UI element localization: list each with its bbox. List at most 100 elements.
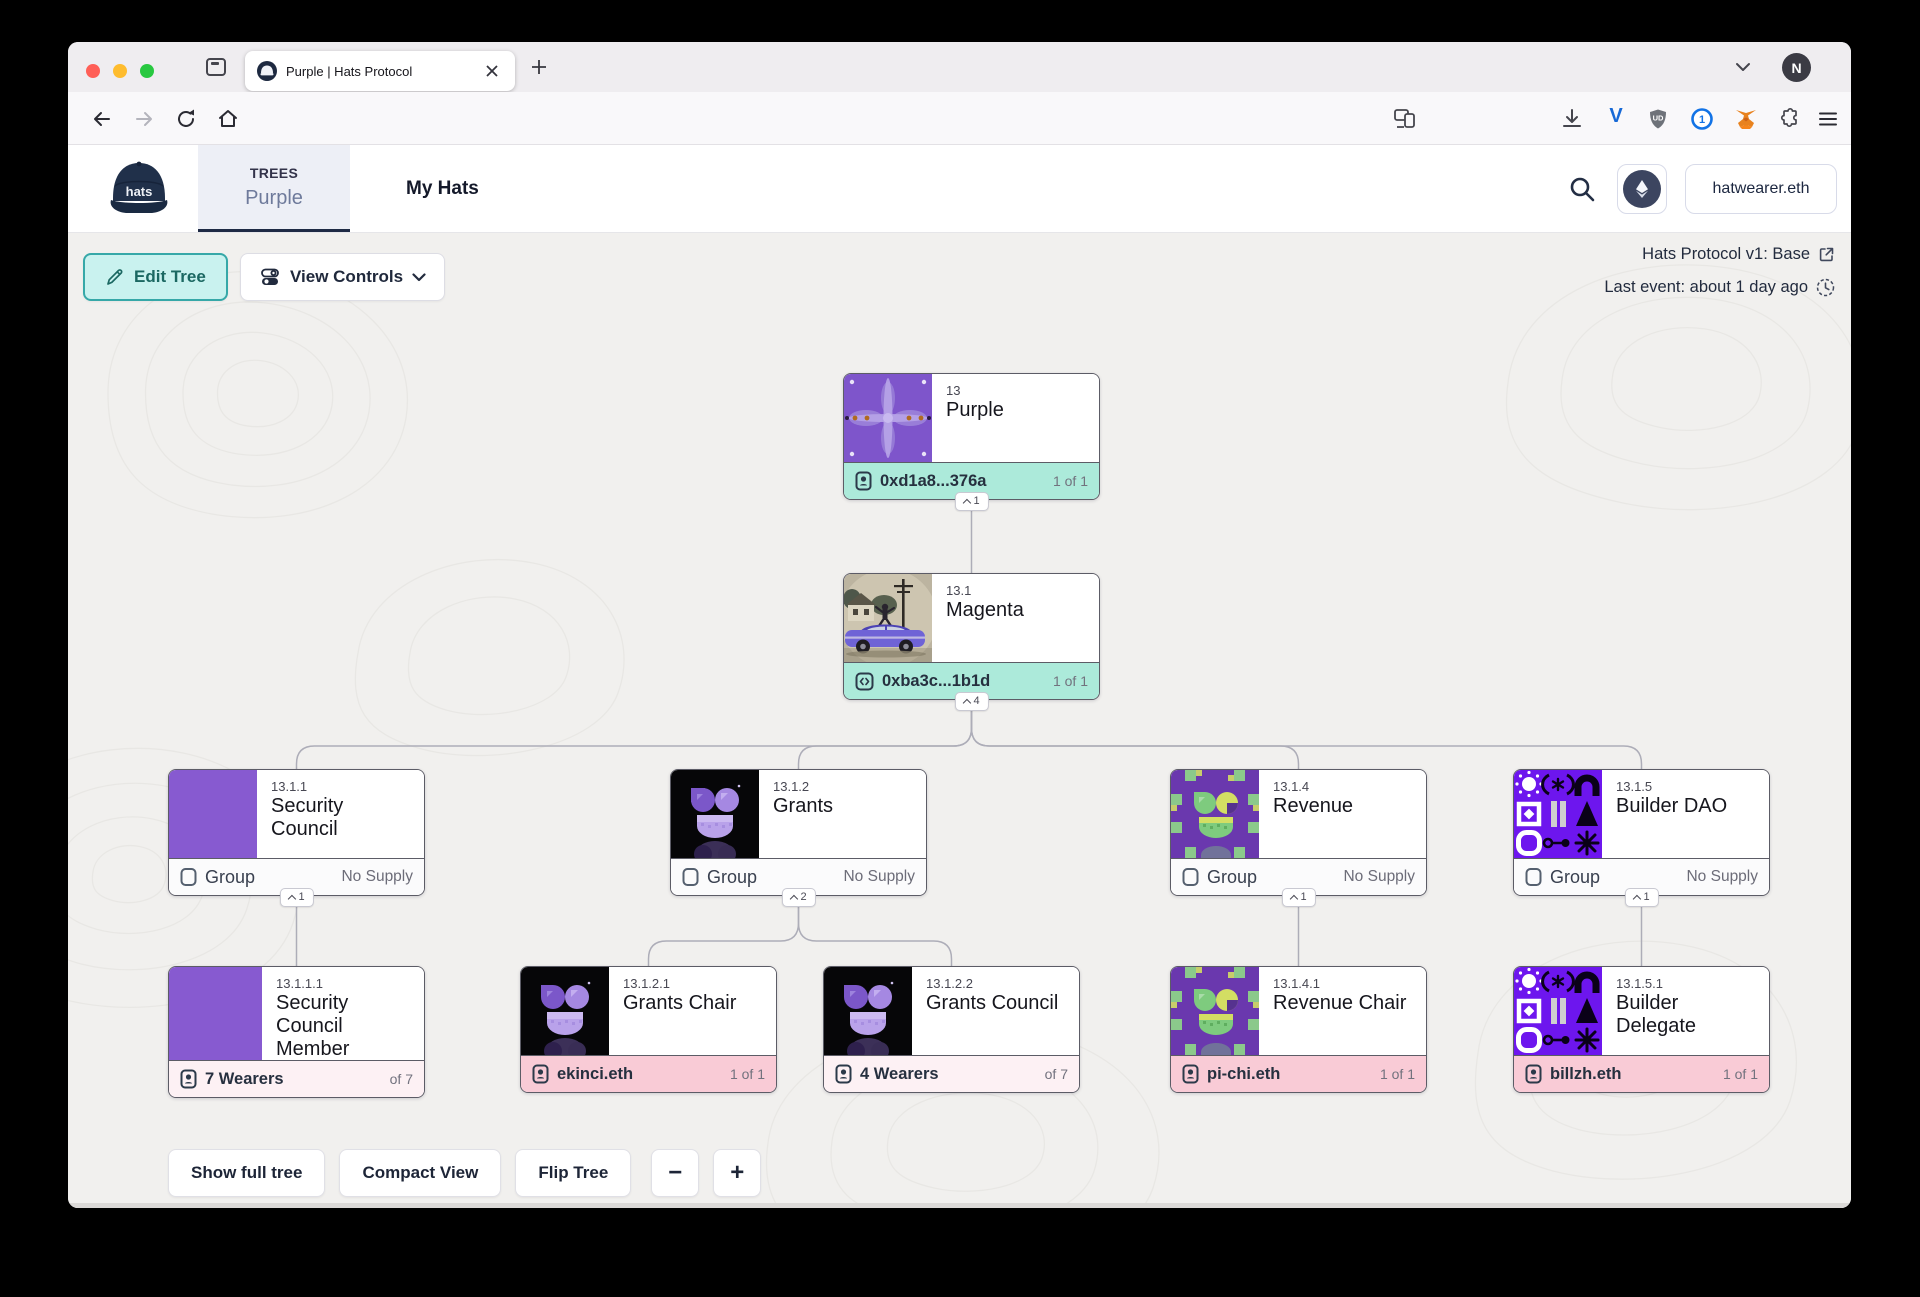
forward-icon[interactable] — [132, 107, 156, 131]
hat-name: Grants Chair — [623, 992, 736, 1015]
wearer-address[interactable]: 0xba3c...1b1d — [882, 672, 990, 691]
hat-node-13-1[interactable]: 13.1 Magenta 0xba3c...1b1d 1 of 1 4 — [843, 573, 1100, 700]
hat-image-purple-fractal — [844, 374, 932, 462]
active-tab[interactable]: Purple | Hats Protocol — [245, 51, 515, 91]
list-tabs-chevron-icon[interactable] — [1735, 62, 1751, 72]
hat-node-13-1-5[interactable]: 13.1.5 Builder DAO Group No Supply 1 — [1513, 769, 1770, 896]
compact-view-button[interactable]: Compact View — [339, 1149, 501, 1197]
hats-logo[interactable]: hats — [106, 156, 172, 220]
hat-id: 13.1.5 — [1616, 779, 1727, 794]
wearer-address[interactable]: billzh.eth — [1550, 1065, 1622, 1084]
tab-title: Purple | Hats Protocol — [286, 64, 472, 79]
hat-node-13-1-5-1[interactable]: 13.1.5.1 Builder Delegate billzh.eth 1 o… — [1513, 966, 1770, 1093]
new-tab-button[interactable] — [530, 58, 548, 76]
wearer-address[interactable]: pi-chi.eth — [1207, 1065, 1280, 1084]
supply-count: of 7 — [1045, 1066, 1068, 1082]
child-count-badge[interactable]: 1 — [1624, 888, 1658, 907]
zoom-window-button[interactable] — [140, 64, 154, 78]
wearer-icon — [180, 1069, 197, 1089]
hat-node-13-1-4-1[interactable]: 13.1.4.1 Revenue Chair pi-chi.eth 1 of 1 — [1170, 966, 1427, 1093]
hat-name: Security Council Member — [276, 992, 410, 1061]
checkbox-icon — [1182, 867, 1199, 887]
hat-node-13-1-4[interactable]: 13.1.4 Revenue Group No Supply 1 — [1170, 769, 1427, 896]
child-count-badge[interactable]: 1 — [954, 492, 988, 511]
tab-close-icon[interactable] — [481, 60, 503, 82]
supply-count: 1 of 1 — [730, 1066, 765, 1082]
hat-id: 13.1.2 — [773, 779, 833, 794]
show-full-tree-button[interactable]: Show full tree — [168, 1149, 325, 1197]
scrollbar-track[interactable] — [68, 1203, 1851, 1208]
checkbox-icon — [682, 867, 699, 887]
supply-count: 1 of 1 — [1053, 473, 1088, 489]
hat-id: 13.1.4.1 — [1273, 976, 1406, 991]
tree-view-controls: Show full tree Compact View Flip Tree − … — [168, 1149, 761, 1197]
tab-overview-icon[interactable] — [206, 58, 226, 76]
minimize-window-button[interactable] — [113, 64, 127, 78]
wearer-icon — [835, 1064, 852, 1084]
extension-1password-icon[interactable]: 1 — [1690, 107, 1714, 131]
screen: Purple | Hats Protocol N — [0, 0, 1920, 1297]
wearer-icon — [1182, 1064, 1199, 1084]
tab-trees-purple[interactable]: TREES Purple — [198, 145, 350, 232]
supply-count: 1 of 1 — [1053, 673, 1088, 689]
zoom-in-button[interactable]: + — [713, 1149, 761, 1197]
hat-image-revenue-pixels — [1171, 770, 1259, 858]
hat-id: 13.1.1.1 — [276, 976, 410, 991]
reload-icon[interactable] — [174, 107, 198, 131]
close-window-button[interactable] — [86, 64, 100, 78]
menu-hamburger-icon[interactable] — [1816, 107, 1840, 131]
child-count-badge[interactable]: 1 — [1281, 888, 1315, 907]
wearer-address[interactable]: ekinci.eth — [557, 1065, 633, 1084]
supply-status: No Supply — [341, 868, 413, 886]
hat-node-13-1-1-1[interactable]: 13.1.1.1 Security Council Member 7 Weare… — [168, 966, 425, 1098]
wearer-count[interactable]: 4 Wearers — [860, 1065, 939, 1084]
tree-name: Purple — [245, 187, 303, 210]
hat-image-solid-purple — [169, 770, 257, 858]
hat-node-13-1-1[interactable]: 13.1.1 Security Council Group No Supply … — [168, 769, 425, 896]
hat-image-solid-purple — [169, 967, 262, 1060]
child-count-badge[interactable]: 2 — [781, 888, 815, 907]
hat-id: 13 — [946, 383, 1004, 398]
responsive-design-icon[interactable] — [1392, 107, 1418, 131]
hat-image-revenue-pixels — [1171, 967, 1259, 1055]
extension-metamask-icon[interactable] — [1734, 107, 1758, 131]
child-count-badge[interactable]: 4 — [954, 692, 988, 711]
network-button[interactable] — [1617, 164, 1667, 214]
hat-node-13[interactable]: 13 Purple 0xd1a8...376a 1 of 1 1 — [843, 373, 1100, 500]
downloads-icon[interactable] — [1560, 107, 1584, 131]
hat-name: Magenta — [946, 599, 1024, 622]
hat-name: Grants Council — [926, 992, 1058, 1015]
traffic-lights — [86, 64, 154, 78]
extension-v-icon[interactable]: V — [1604, 105, 1628, 131]
trees-label: TREES — [250, 165, 298, 181]
child-count-badge[interactable]: 1 — [279, 888, 313, 907]
chevron-up-icon — [287, 894, 295, 902]
hat-node-13-1-2-1[interactable]: 13.1.2.1 Grants Chair ekinci.eth 1 of 1 — [520, 966, 777, 1093]
wearer-icon — [855, 471, 872, 491]
hat-id: 13.1 — [946, 583, 1024, 598]
back-icon[interactable] — [90, 107, 114, 131]
group-label: Group — [707, 867, 757, 888]
wearer-count[interactable]: 7 Wearers — [205, 1070, 284, 1089]
hat-node-13-1-2-2[interactable]: 13.1.2.2 Grants Council 4 Wearers of 7 — [823, 966, 1080, 1093]
home-icon[interactable] — [216, 107, 240, 131]
tab-my-hats[interactable]: My Hats — [406, 145, 479, 232]
extension-ublock-icon[interactable]: UD — [1646, 107, 1670, 131]
search-button[interactable] — [1565, 172, 1599, 206]
chevron-up-icon — [962, 498, 970, 506]
wallet-address-button[interactable]: hatwearer.eth — [1685, 164, 1837, 214]
supply-status: No Supply — [1686, 868, 1758, 886]
svg-text:1: 1 — [1699, 114, 1705, 126]
code-icon — [855, 672, 874, 691]
tree-canvas[interactable]: Edit Tree View Controls Hats Protocol v1… — [68, 233, 1851, 1208]
hat-image-vintage-car-photo — [844, 574, 932, 662]
group-label: Group — [1550, 867, 1600, 888]
hat-image-grants-robot — [824, 967, 912, 1055]
flip-tree-button[interactable]: Flip Tree — [515, 1149, 631, 1197]
zoom-out-button[interactable]: − — [651, 1149, 699, 1197]
extensions-puzzle-icon[interactable] — [1776, 107, 1800, 131]
wearer-address[interactable]: 0xd1a8...376a — [880, 472, 986, 491]
checkbox-icon — [180, 867, 197, 887]
hat-node-13-1-2[interactable]: 13.1.2 Grants Group No Supply 2 — [670, 769, 927, 896]
account-avatar[interactable]: N — [1782, 53, 1811, 82]
